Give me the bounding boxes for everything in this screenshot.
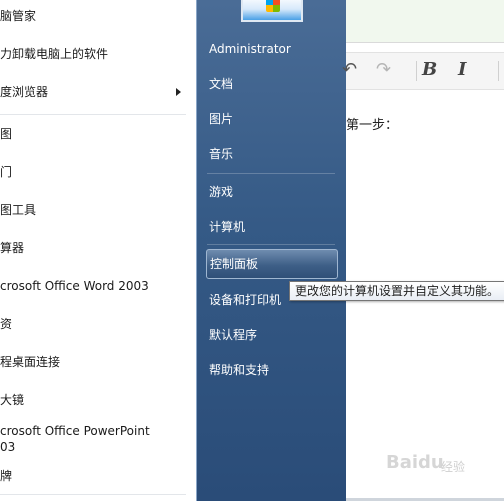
program-item[interactable]: 度浏览器	[0, 85, 48, 100]
program-item-continued[interactable]: 03	[0, 440, 15, 455]
program-item[interactable]: 算器	[0, 241, 24, 256]
start-menu-right-pane: Administrator 文档 图片 音乐 游戏 计算机 控制面板 设备和打印…	[196, 0, 346, 501]
program-item[interactable]: crosoft Office PowerPoint	[0, 424, 150, 439]
menu-item-default-programs[interactable]: 默认程序	[209, 328, 257, 342]
divider	[0, 494, 186, 495]
menu-item-music[interactable]: 音乐	[209, 147, 233, 161]
editor-header	[346, 0, 504, 43]
program-item[interactable]: 大镜	[0, 393, 24, 408]
menu-item-computer[interactable]: 计算机	[209, 220, 245, 234]
redo-icon[interactable]: ↷	[376, 59, 391, 81]
program-item[interactable]: crosoft Office Word 2003	[0, 279, 149, 294]
program-item[interactable]: 力卸载电脑上的软件	[0, 47, 108, 62]
tooltip: 更改您的计算机设置并自定义其功能。	[289, 281, 504, 301]
bold-button[interactable]: B	[422, 59, 437, 81]
editor-content[interactable]: 第一步：	[346, 114, 398, 133]
menu-item-control-panel[interactable]: 控制面板	[206, 249, 338, 279]
program-item[interactable]: 图工具	[0, 203, 36, 218]
program-item[interactable]: 脑管家	[0, 9, 36, 24]
watermark-sub: 经验	[441, 460, 466, 474]
menu-item-documents[interactable]: 文档	[209, 77, 233, 91]
toolbar-divider	[416, 61, 417, 81]
windows-logo-icon	[266, 0, 280, 12]
menu-item-games[interactable]: 游戏	[209, 185, 233, 199]
divider	[0, 114, 186, 115]
toolbar-divider	[498, 61, 499, 81]
undo-icon[interactable]: ↶	[342, 59, 357, 81]
program-item[interactable]: 图	[0, 127, 12, 142]
menu-item-help-support[interactable]: 帮助和支持	[209, 363, 269, 377]
divider	[207, 244, 335, 245]
submenu-arrow-icon[interactable]	[176, 88, 181, 96]
menu-item-devices-printers[interactable]: 设备和打印机	[209, 293, 281, 307]
user-name[interactable]: Administrator	[209, 42, 291, 56]
menu-item-pictures[interactable]: 图片	[209, 112, 233, 126]
divider	[207, 173, 335, 174]
editor-panel: ↶ ↷ B I 第一步：	[342, 0, 504, 501]
editor-toolbar: ↶ ↷ B I	[342, 52, 504, 90]
watermark-logo: Baidu	[386, 452, 444, 473]
menu-item-label: 控制面板	[210, 257, 259, 271]
italic-button[interactable]: I	[458, 59, 466, 81]
program-item[interactable]: 牌	[0, 469, 12, 484]
program-item[interactable]: 资	[0, 317, 12, 332]
start-menu-program-list: 脑管家 力卸载电脑上的软件 度浏览器 图 门 图工具 算器 crosoft Of…	[0, 0, 196, 501]
program-item[interactable]: 程桌面连接	[0, 355, 60, 370]
program-item[interactable]: 门	[0, 165, 12, 180]
user-avatar[interactable]	[241, 0, 303, 22]
